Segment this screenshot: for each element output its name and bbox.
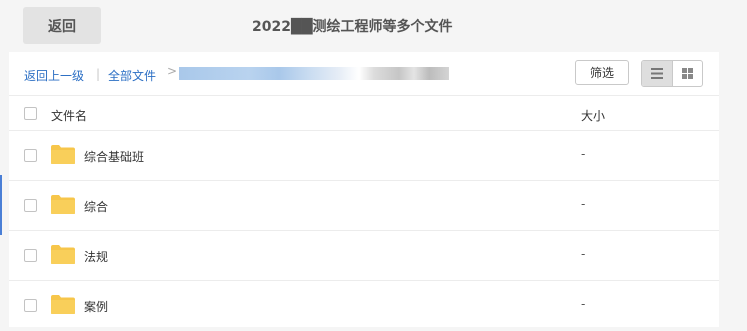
left-accent-bar — [0, 175, 2, 235]
file-name[interactable]: 综合 — [84, 198, 108, 215]
filter-button[interactable]: 筛选 — [575, 60, 629, 85]
file-name[interactable]: 案例 — [84, 298, 108, 315]
table-row[interactable]: 综合基础班 - — [9, 131, 719, 181]
column-header-name[interactable]: 文件名 — [51, 107, 87, 124]
scroll-gutter — [719, 52, 747, 327]
table-row[interactable]: 综合 - — [9, 181, 719, 231]
file-size: - — [581, 197, 586, 211]
grid-view-icon — [681, 68, 693, 79]
page-title: 2022██测绘工程师等多个文件 — [252, 19, 453, 35]
go-up-link[interactable]: 返回上一级 — [24, 67, 84, 84]
row-checkbox[interactable] — [24, 249, 37, 262]
table-row[interactable]: 法规 - — [9, 231, 719, 281]
row-checkbox[interactable] — [24, 299, 37, 312]
all-files-link[interactable]: 全部文件 — [108, 67, 156, 84]
select-all-checkbox[interactable] — [24, 107, 37, 120]
back-button[interactable]: 返回 — [23, 7, 101, 44]
header: 返回 2022██测绘工程师等多个文件 — [0, 0, 720, 52]
list-view-icon — [650, 68, 663, 79]
folder-icon — [51, 195, 75, 214]
folder-icon — [51, 295, 75, 314]
file-panel: 返回上一级 | 全部文件 > 筛选 文件名 大小 综合基础班 - 综合 - 法规… — [9, 52, 719, 327]
folder-icon — [51, 245, 75, 264]
list-view-button[interactable] — [642, 61, 673, 86]
column-header-size[interactable]: 大小 — [581, 107, 605, 124]
file-name[interactable]: 法规 — [84, 248, 108, 265]
file-size: - — [581, 147, 586, 161]
breadcrumb-path-redacted[interactable] — [179, 67, 449, 80]
file-name[interactable]: 综合基础班 — [84, 148, 144, 165]
row-checkbox[interactable] — [24, 149, 37, 162]
folder-icon — [51, 145, 75, 164]
file-size: - — [581, 247, 586, 261]
table-header: 文件名 大小 — [9, 95, 719, 131]
toolbar: 返回上一级 | 全部文件 > 筛选 — [9, 52, 719, 95]
grid-view-button[interactable] — [673, 61, 703, 86]
row-checkbox[interactable] — [24, 199, 37, 212]
file-size: - — [581, 297, 586, 311]
breadcrumb-separator: | — [96, 67, 101, 81]
view-toggle — [641, 60, 703, 87]
table-row[interactable]: 案例 - — [9, 281, 719, 331]
chevron-right-icon: > — [167, 64, 178, 78]
